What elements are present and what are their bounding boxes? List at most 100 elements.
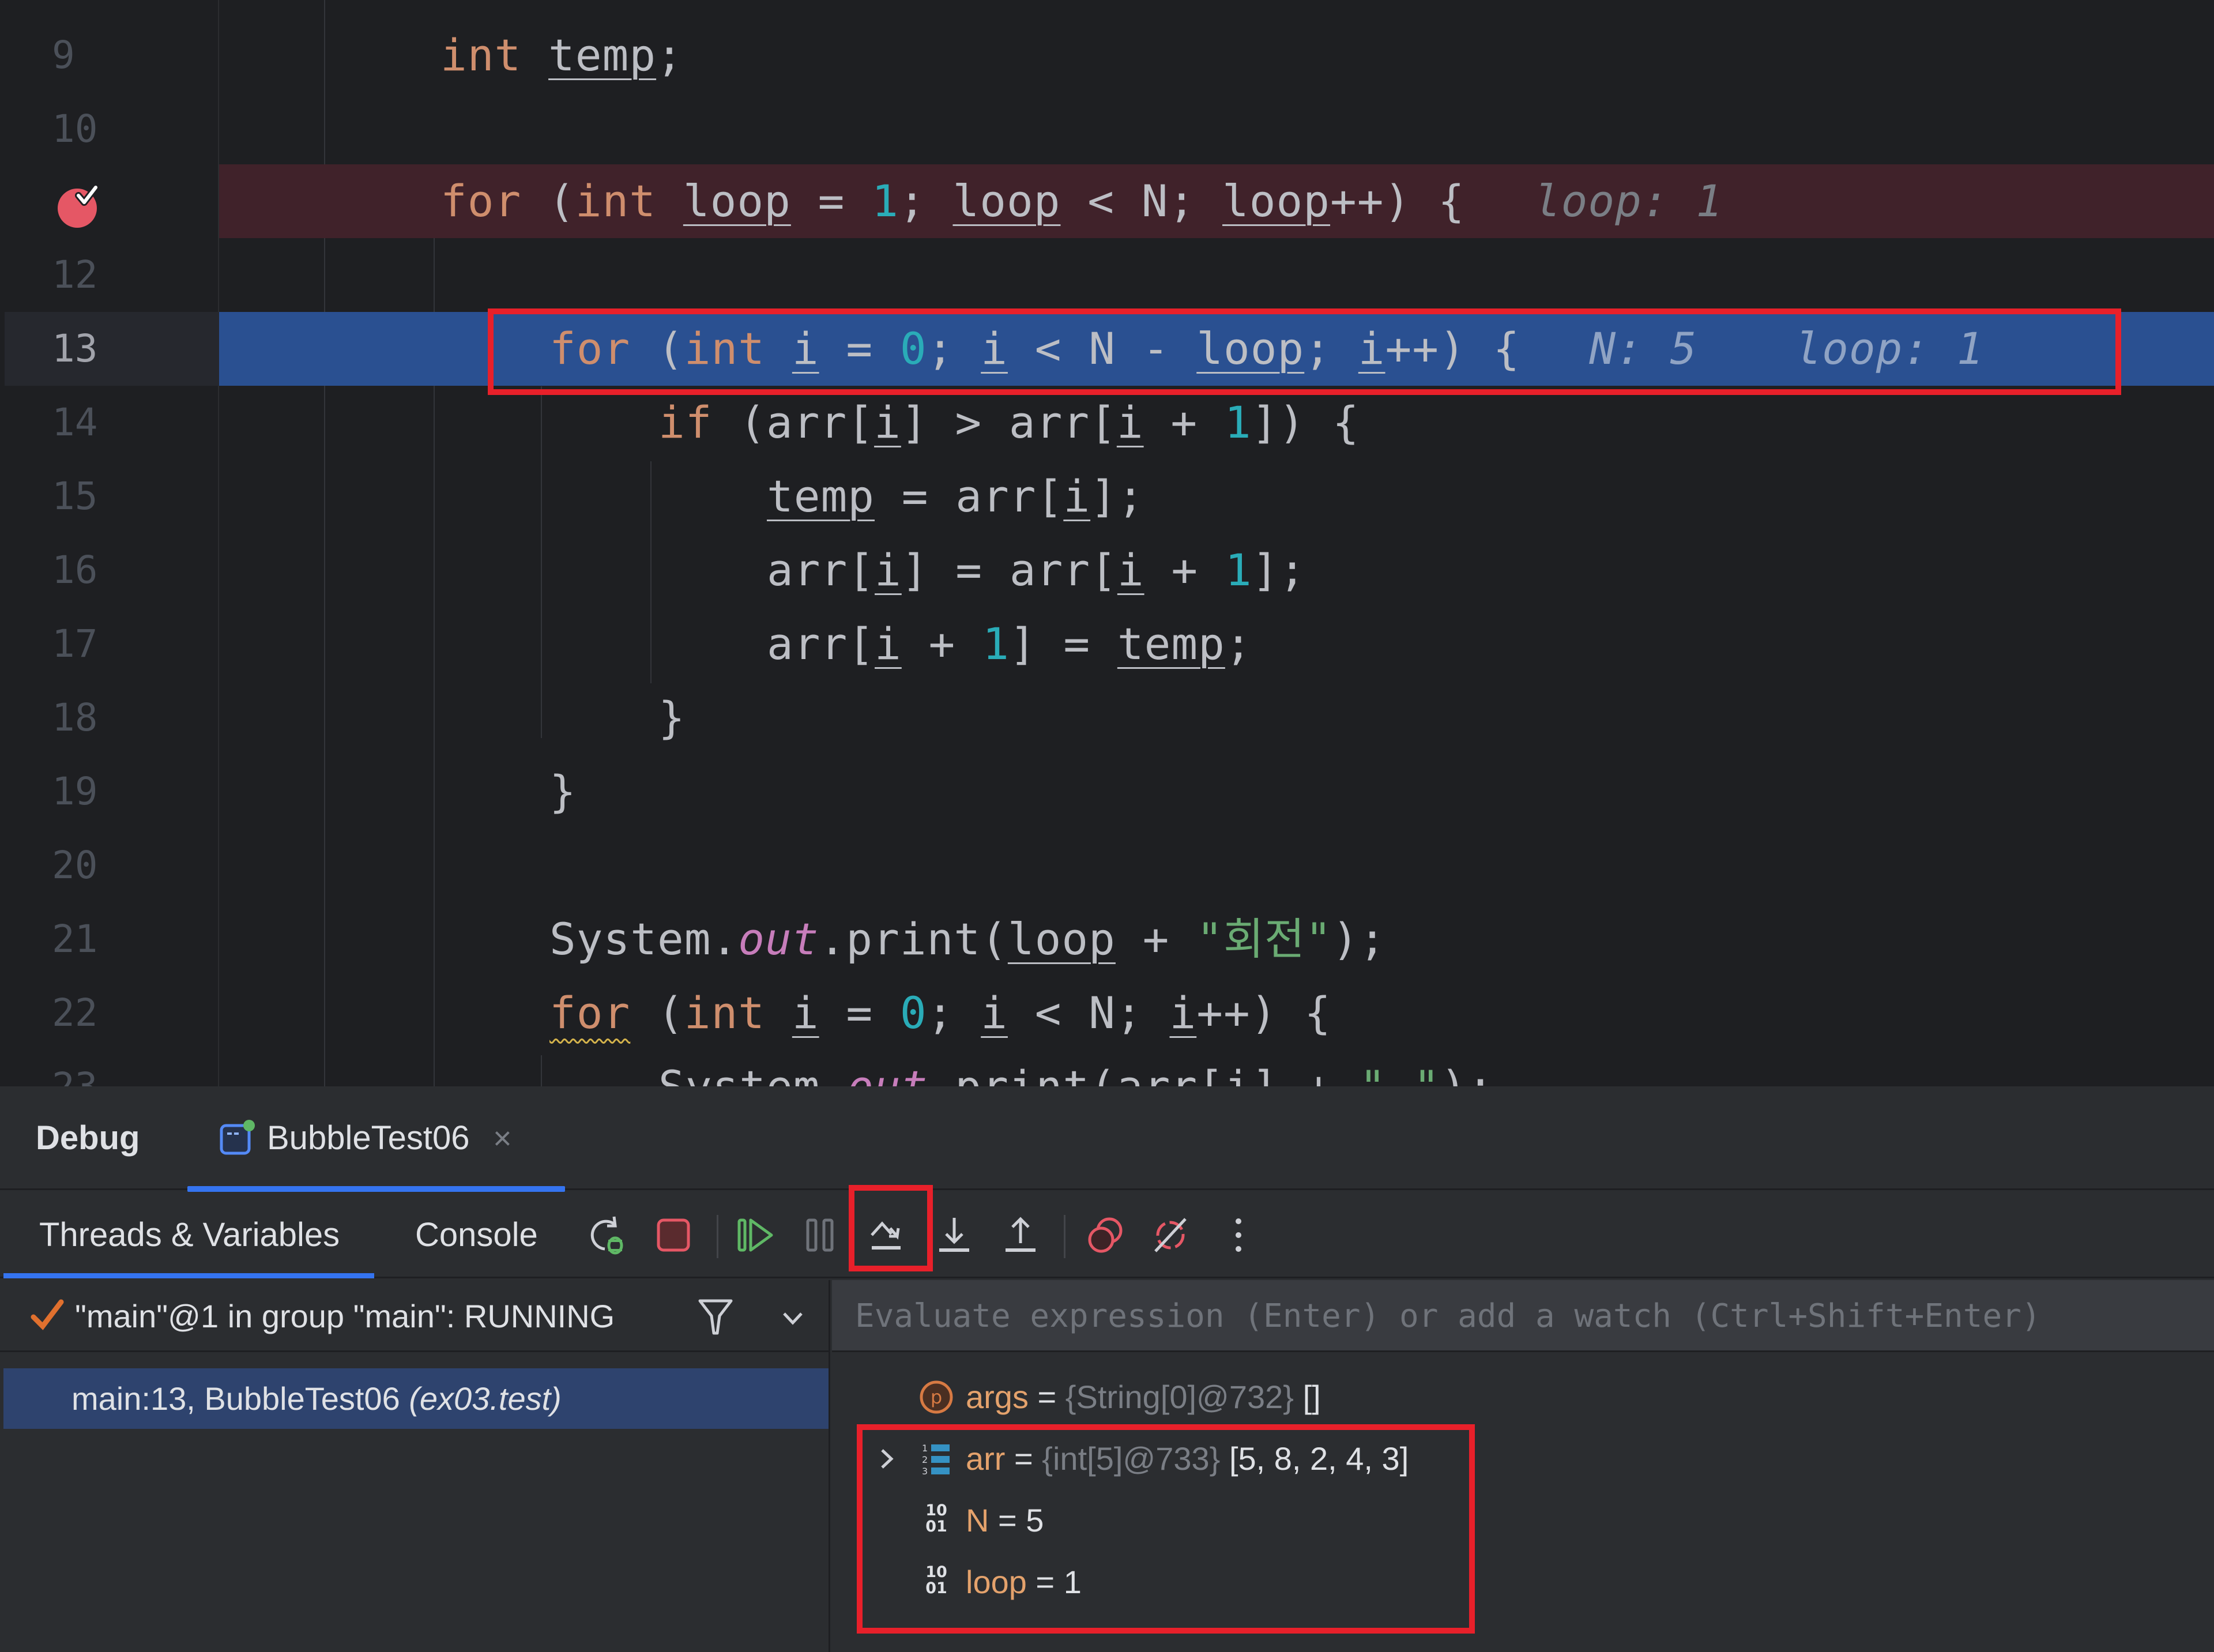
thread-running-check-icon [31, 1299, 64, 1330]
debug-title: Debug [36, 1119, 140, 1157]
variable-row-args[interactable]: p args = {String[0]@732} [] [832, 1367, 2214, 1427]
variable-value: [5, 8, 2, 4, 3] [1229, 1440, 1409, 1477]
more-icon[interactable] [1215, 1212, 1262, 1258]
code-line: 23 System.out.print(arr[i] + " "); [0, 1050, 2214, 1086]
breakpoint-icon[interactable] [53, 182, 101, 230]
svg-text:1: 1 [922, 1443, 928, 1454]
code-text: arr[i + 1] = temp; [767, 618, 1252, 669]
frame-label: main:13, BubbleTest06 (ex03.test) [71, 1380, 562, 1417]
code-line: 20 [0, 829, 2214, 902]
line-number[interactable]: 14 [0, 386, 219, 460]
line-number[interactable]: 20 [0, 829, 219, 902]
tab-console[interactable]: Console [415, 1192, 538, 1278]
code-line-current: 13 for (int i = 0; i < N - loop; i++) {N… [0, 312, 2214, 386]
variable-name: arr [966, 1440, 1006, 1477]
variable-row-arr[interactable]: 1 2 3 arr = {int[5]@733} [5, 8, 2, 4, 3] [832, 1428, 2214, 1489]
code-text: } [658, 692, 686, 743]
line-number[interactable]: 10 [0, 92, 219, 166]
code-line: 22 for (int i = 0; i < N; i++) { [0, 976, 2214, 1050]
variable-row-loop[interactable]: 10 01 loop = 1 [832, 1552, 2214, 1612]
step-over-icon[interactable] [865, 1212, 911, 1258]
keyword: int [440, 29, 522, 81]
tab-label: BubbleTest06 [267, 1119, 470, 1157]
toolbar-separator [717, 1215, 718, 1258]
line-number[interactable]: 15 [0, 460, 219, 533]
debug-toolbar: Threads & Variables Console [0, 1185, 2214, 1278]
code-line: 10 [0, 92, 2214, 166]
code-text: for (int i = 0; i < N; i++) { [549, 987, 1332, 1038]
parameter-icon: p [920, 1380, 953, 1414]
resume-icon[interactable] [733, 1212, 780, 1258]
svg-text:3: 3 [922, 1466, 928, 1477]
line-number[interactable]: 13 [0, 312, 219, 386]
svg-text:p: p [931, 1386, 942, 1408]
line-number[interactable]: 23 [0, 1050, 219, 1086]
punctuation: ; [656, 29, 683, 81]
stack-frame-item[interactable]: main:13, BubbleTest06 (ex03.test) [3, 1368, 829, 1429]
line-number[interactable]: 9 [0, 18, 219, 92]
variable-value: 5 [1026, 1502, 1044, 1538]
line-number[interactable]: 17 [0, 607, 219, 681]
active-tab-indicator [187, 1186, 565, 1192]
stop-icon[interactable] [650, 1212, 696, 1258]
svg-text:2: 2 [922, 1454, 928, 1465]
filter-icon[interactable] [698, 1297, 733, 1335]
thread-label: "main"@1 in group "main": RUNNING [75, 1298, 615, 1334]
code-text: } [549, 766, 577, 817]
variable-value: 1 [1063, 1564, 1082, 1600]
code-text: temp = arr[i]; [767, 471, 1144, 522]
rerun-icon[interactable] [585, 1212, 631, 1258]
code-text: System.out.print(loop + "회전"); [549, 913, 1387, 965]
inline-value: loop: 1 [1534, 175, 1723, 227]
string-literal: "회전" [1196, 913, 1332, 965]
chevron-down-icon[interactable] [778, 1303, 807, 1332]
variables-panel: p args = {String[0]@732} [] 1 2 3 arr = … [832, 1280, 2214, 1652]
close-icon[interactable]: × [493, 1086, 512, 1190]
pause-icon[interactable] [799, 1212, 845, 1258]
line-number[interactable]: 18 [0, 681, 219, 755]
code-line: 9 int temp; [0, 18, 2214, 92]
line-number[interactable]: 22 [0, 976, 219, 1050]
code-line: 14 if (arr[i] > arr[i + 1]) { [0, 386, 2214, 460]
tab-bubbletest06[interactable]: BubbleTest06 × [187, 1086, 565, 1192]
application-icon [220, 1120, 255, 1155]
primitive-icon: 10 01 [925, 1563, 947, 1597]
tab-threads-variables[interactable]: Threads & Variables [3, 1192, 375, 1278]
variable-row-n[interactable]: 10 01 N = 5 [832, 1490, 2214, 1551]
code-editor[interactable]: 9 int temp; 10 for (int loop = 1; loop <… [0, 0, 2214, 1086]
mute-breakpoints-icon[interactable] [1147, 1212, 1193, 1258]
code-text: int temp; [440, 18, 683, 92]
inline-value-loop: loop: 1 [1795, 323, 1984, 374]
primitive-icon: 10 01 [925, 1502, 947, 1536]
code-line: 16 arr[i] = arr[i + 1]; [0, 533, 2214, 607]
line-number[interactable]: 19 [0, 755, 219, 829]
step-into-icon[interactable] [931, 1212, 977, 1258]
toolbar-separator [1064, 1215, 1065, 1258]
variable-name: args [966, 1379, 1029, 1415]
evaluate-expression-bar[interactable] [832, 1280, 2214, 1352]
thread-selector[interactable]: "main"@1 in group "main": RUNNING [0, 1280, 829, 1352]
expand-arrow-icon[interactable] [875, 1444, 898, 1473]
line-number[interactable]: 21 [0, 902, 219, 976]
evaluate-expression-input[interactable] [855, 1280, 2181, 1352]
code-line: 12 [0, 238, 2214, 312]
code-line-breakpoint: for (int loop = 1; loop < N; loop++) {lo… [0, 164, 2214, 238]
array-icon: 1 2 3 [922, 1443, 950, 1477]
code-text: if (arr[i] > arr[i + 1]) { [658, 397, 1360, 448]
code-text: for (int i = 0; i < N - loop; i++) {N: 5… [549, 323, 1984, 374]
view-breakpoints-icon[interactable] [1083, 1212, 1129, 1258]
variable: temp [548, 29, 657, 81]
line-number[interactable]: 16 [0, 533, 219, 607]
code-line: 19 } [0, 755, 2214, 829]
variable-name: N [966, 1502, 989, 1538]
variable-type: {String[0]@732} [1065, 1379, 1294, 1415]
step-out-icon[interactable] [997, 1212, 1044, 1258]
line-number[interactable]: 12 [0, 238, 219, 312]
inline-value-n: N: 5 [1589, 323, 1697, 374]
threads-panel: "main"@1 in group "main": RUNNING main:1… [0, 1280, 830, 1652]
code-text: arr[i] = arr[i + 1]; [767, 544, 1306, 596]
code-text: for (int loop = 1; loop < N; loop++) {lo… [440, 175, 1723, 227]
code-line: 18 } [0, 681, 2214, 755]
code-line: 17 arr[i + 1] = temp; [0, 607, 2214, 681]
debug-tool-window: Debug BubbleTest06 × Threads & Variables… [0, 1086, 2214, 1652]
